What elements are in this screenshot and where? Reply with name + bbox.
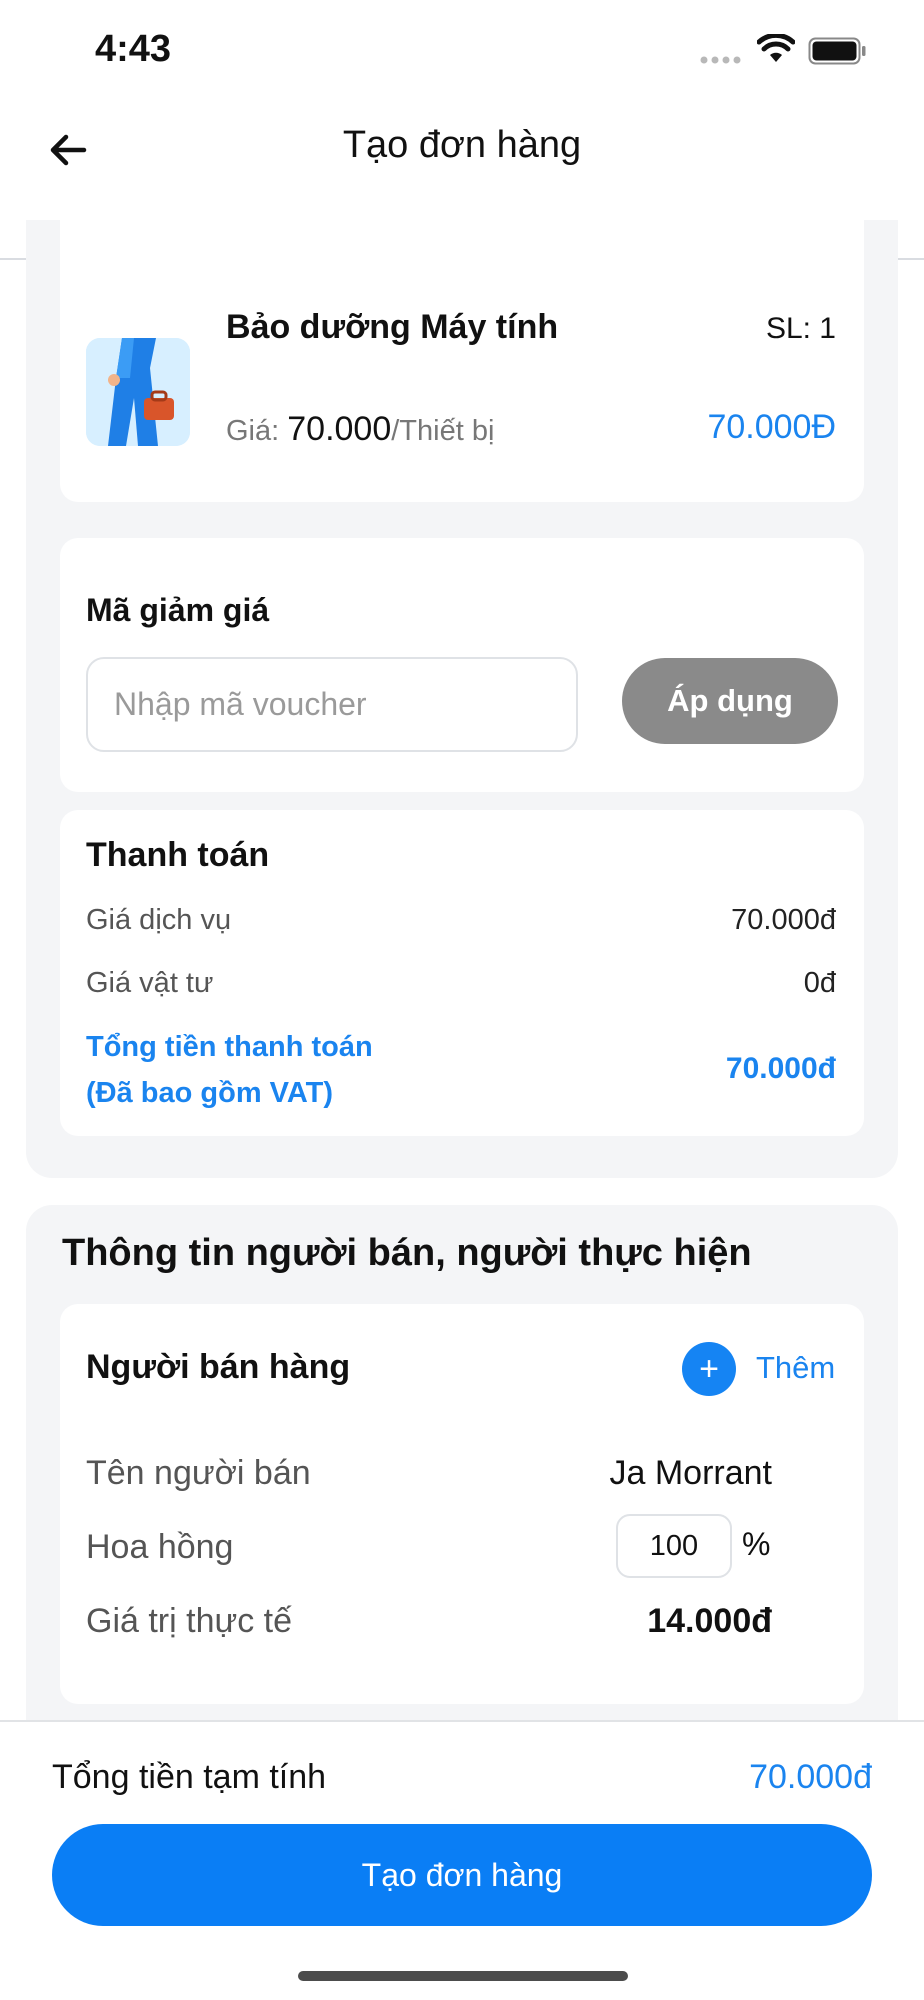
product-thumbnail xyxy=(86,338,190,446)
voucher-input[interactable] xyxy=(86,657,578,752)
actual-value-label: Giá trị thực tế xyxy=(86,1602,293,1640)
status-time: 4:43 xyxy=(95,28,172,70)
home-indicator xyxy=(298,1971,628,1981)
price-label: Giá: xyxy=(226,415,280,447)
apply-voucher-button[interactable]: Áp dụng xyxy=(622,658,838,744)
commission-input[interactable] xyxy=(616,1514,732,1578)
product-total: 70.000Đ xyxy=(707,408,836,446)
payment-total-value: 70.000đ xyxy=(725,1052,836,1085)
commission-label: Hoa hồng xyxy=(86,1528,234,1566)
wifi-icon xyxy=(757,34,795,62)
material-price-label: Giá vật tư xyxy=(86,967,214,999)
service-price-label: Giá dịch vụ xyxy=(86,904,232,936)
service-price-value: 70.000đ xyxy=(731,904,836,936)
product-quantity: SL: 1 xyxy=(765,312,836,345)
subtotal-value: 70.000đ xyxy=(749,1758,872,1796)
payment-title: Thanh toán xyxy=(86,836,270,874)
payment-total-label: Tổng tiền thanh toán (Đã bao gồm VAT) xyxy=(86,1024,373,1116)
subtotal-label: Tổng tiền tạm tính xyxy=(52,1758,327,1796)
seller-card-title: Người bán hàng xyxy=(86,1348,351,1386)
product-unit-price: Giá: 70.000/Thiết bị xyxy=(226,410,494,449)
seller-section-title: Thông tin người bán, người thực hiện xyxy=(62,1232,752,1274)
plus-icon[interactable]: + xyxy=(682,1342,736,1396)
voucher-title: Mã giảm giá xyxy=(86,592,270,628)
page-title: Tạo đơn hàng xyxy=(342,124,582,166)
create-order-button[interactable]: Tạo đơn hàng xyxy=(52,1824,872,1926)
seller-name-label: Tên người bán xyxy=(86,1454,311,1492)
battery-icon xyxy=(808,37,866,65)
seller-name-value: Ja Morrant xyxy=(609,1454,773,1492)
signal-icon xyxy=(700,56,741,64)
payment-total-label-line1: Tổng tiền thanh toán xyxy=(86,1031,373,1063)
material-price-value: 0đ xyxy=(803,967,836,999)
price-value: 70.000 xyxy=(287,410,392,448)
price-unit: /Thiết bị xyxy=(391,415,495,447)
actual-value: 14.000đ xyxy=(647,1602,772,1640)
payment-total-label-line2: (Đã bao gồm VAT) xyxy=(86,1077,334,1109)
add-seller-button[interactable]: Thêm xyxy=(756,1350,835,1386)
product-name: Bảo dưỡng Máy tính xyxy=(226,308,559,346)
percent-sign: % xyxy=(742,1526,771,1562)
